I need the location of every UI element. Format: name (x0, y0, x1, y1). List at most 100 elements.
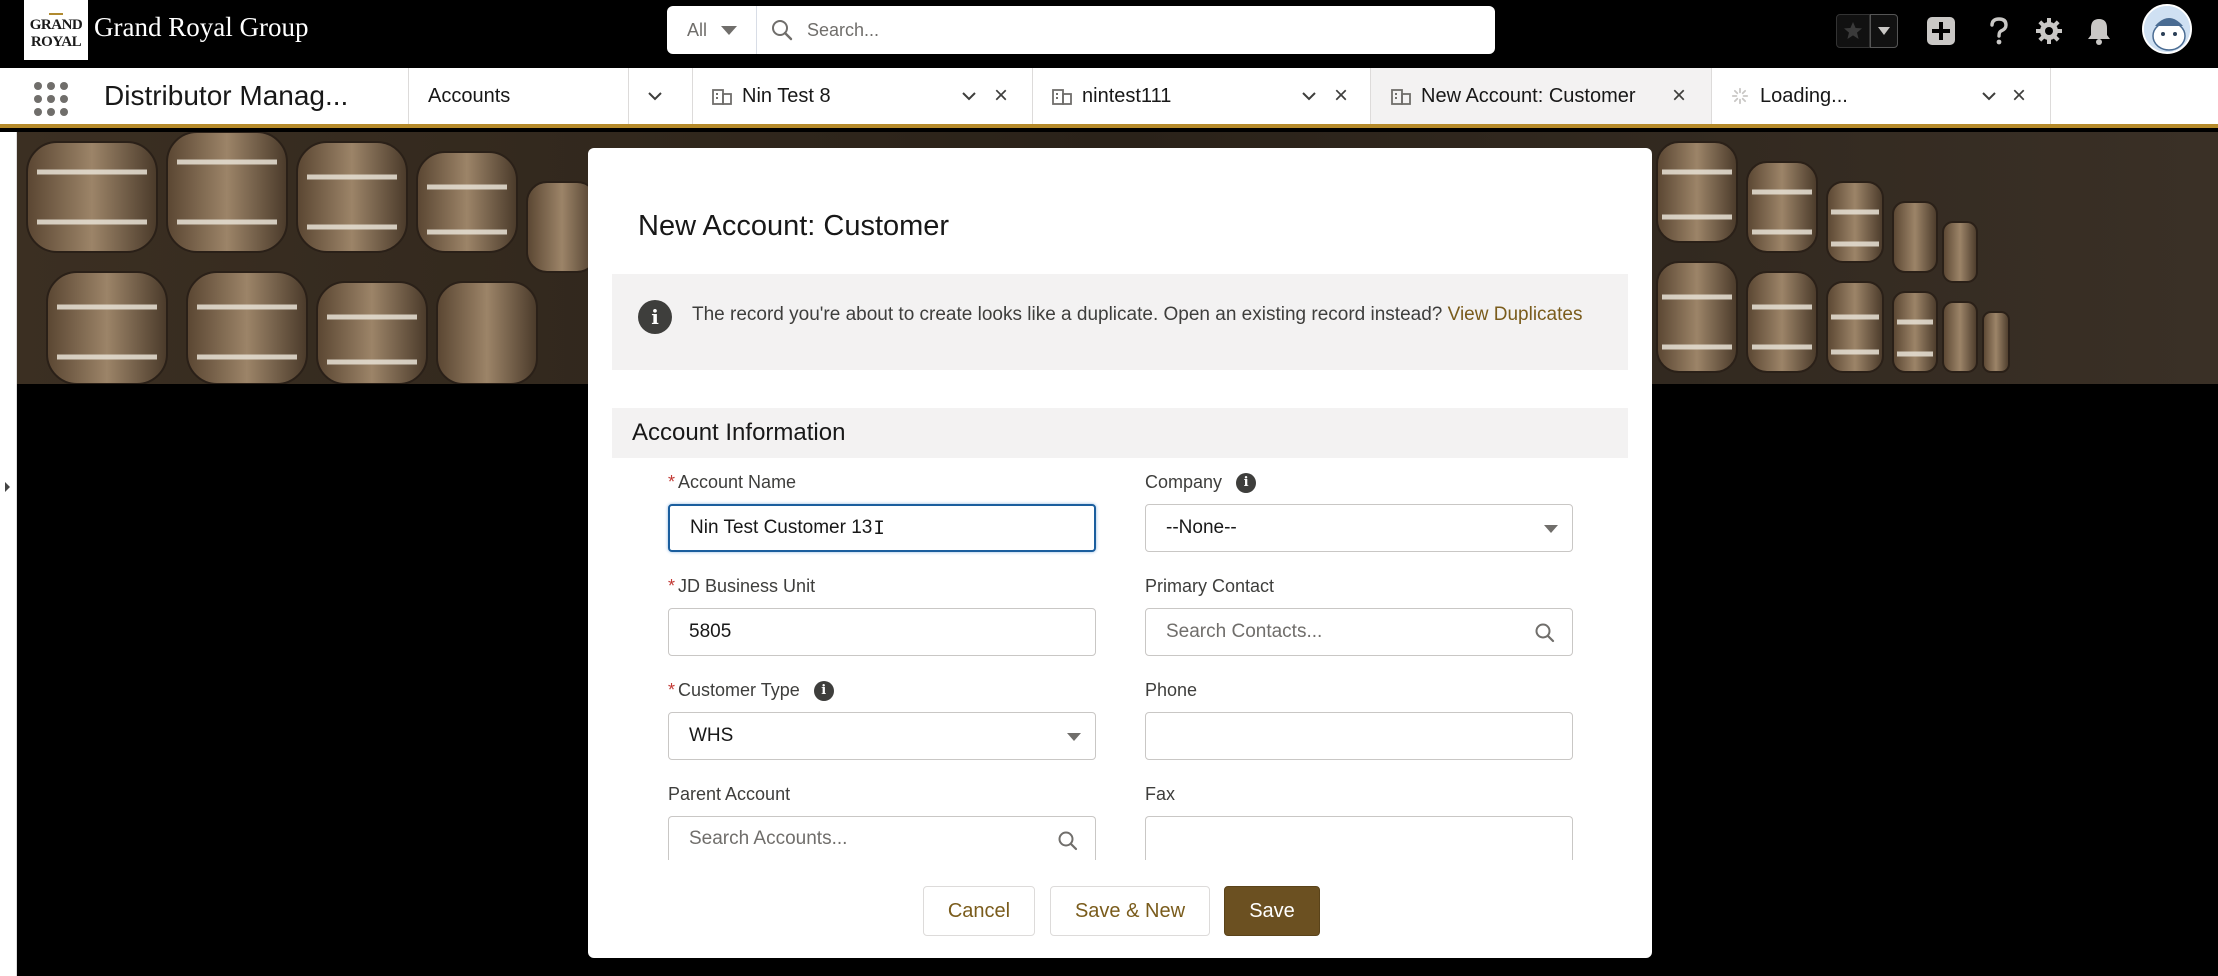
required-marker: * (668, 576, 676, 596)
user-avatar[interactable] (2142, 4, 2192, 54)
global-actions-plus-icon[interactable] (1924, 14, 1958, 48)
required-marker: * (668, 680, 676, 700)
customer-type-select[interactable]: WHS (668, 712, 1096, 760)
company-label: Company i (1145, 472, 1257, 493)
view-duplicates-link[interactable]: View Duplicates (1448, 304, 1583, 325)
logo-text-line1: GRAND (29, 17, 83, 33)
label-text: Company (1145, 472, 1223, 492)
setup-gear-icon[interactable] (2032, 14, 2066, 48)
company-info-icon[interactable]: i (1236, 472, 1257, 493)
fax-label: Fax (1145, 784, 1175, 805)
nav-divider (408, 68, 409, 124)
jd-business-unit-value: 5805 (689, 621, 732, 642)
nav-divider (2050, 68, 2051, 124)
search-scope-label: All (687, 19, 708, 40)
account-building-icon (712, 89, 732, 105)
tab-menu-chevron-icon[interactable] (962, 68, 982, 124)
required-marker: * (668, 472, 676, 492)
modal-title: New Account: Customer (638, 210, 950, 242)
nav-divider (1032, 68, 1033, 124)
label-text: Customer Type (678, 680, 800, 700)
account-name-label: * Account Name (668, 472, 796, 493)
tab-label: nintest111 (1082, 84, 1172, 107)
tab-label: Loading... (1760, 84, 1848, 107)
label-text: Phone (1145, 680, 1198, 700)
tab-label: Nin Test 8 (742, 84, 831, 107)
global-header: GRAND ROYAL Grand Royal Group All Search… (0, 0, 2218, 68)
nav-divider (1711, 68, 1712, 124)
tab-label: New Account: Customer (1421, 84, 1636, 107)
search-scope-dropdown[interactable]: All (667, 6, 757, 54)
save-button[interactable]: Save (1224, 886, 1320, 936)
nav-divider (628, 68, 629, 124)
jd-business-unit-label: * JD Business Unit (668, 576, 815, 597)
phone-input[interactable] (1145, 712, 1573, 760)
jd-business-unit-input[interactable]: 5805 (668, 608, 1096, 656)
nav-item-accounts[interactable]: Accounts (428, 68, 628, 124)
tab-close-icon[interactable]: × (994, 68, 1014, 124)
parent-account-placeholder: Search Accounts... (689, 827, 848, 849)
cancel-button[interactable]: Cancel (923, 886, 1035, 936)
tab-nintest111[interactable]: nintest111 (1052, 68, 1302, 124)
nav-item-accounts-label: Accounts (428, 84, 511, 107)
duplicate-alert: i The record you're about to create look… (612, 274, 1628, 370)
duplicate-message: The record you're about to create looks … (692, 304, 1443, 325)
help-icon[interactable] (1982, 14, 2016, 48)
parent-account-label: Parent Account (668, 784, 790, 805)
navigation-bar: Distributor Manag... Accounts Nin Test 8… (0, 68, 2218, 128)
company-select[interactable]: --None-- (1145, 504, 1573, 552)
notifications-bell-icon[interactable] (2082, 14, 2116, 48)
accounts-menu-chevron-icon[interactable] (648, 68, 672, 124)
company-value: --None-- (1166, 517, 1237, 538)
account-name-input[interactable]: Nin Test Customer 13 I (668, 504, 1096, 552)
loading-spinner-icon (1731, 87, 1749, 105)
chevron-down-icon (1544, 525, 1558, 533)
customer-type-info-icon[interactable]: i (813, 680, 834, 701)
favorites-list-chevron-icon[interactable] (1870, 14, 1898, 48)
label-text: Parent Account (668, 784, 791, 804)
nav-divider (692, 68, 693, 124)
logo-text-line2: ROYAL (30, 34, 82, 50)
label-text: Account Name (678, 472, 797, 492)
text-cursor-icon: I (873, 517, 885, 539)
tab-menu-chevron-icon[interactable] (1302, 68, 1322, 124)
utility-bar-edge[interactable] (0, 132, 17, 976)
label-text: Fax (1145, 784, 1176, 804)
global-search-bar[interactable]: All Search... (667, 6, 1495, 54)
favorites-star-icon[interactable] (1836, 14, 1870, 48)
search-icon (757, 19, 807, 41)
label-text: Primary Contact (1145, 576, 1275, 596)
parent-account-lookup[interactable]: Search Accounts... (668, 816, 1096, 860)
save-and-new-button[interactable]: Save & New (1050, 886, 1210, 936)
primary-contact-label: Primary Contact (1145, 576, 1274, 597)
search-input[interactable]: Search... (807, 20, 879, 41)
primary-contact-placeholder: Search Contacts... (1166, 621, 1323, 642)
org-name: Grand Royal Group (94, 12, 309, 42)
section-header-account-information[interactable]: Account Information (612, 408, 1628, 458)
company-logo[interactable]: GRAND ROYAL (24, 0, 88, 60)
tab-menu-chevron-icon[interactable] (1982, 68, 2002, 124)
chevron-down-icon (721, 25, 738, 35)
primary-contact-lookup[interactable]: Search Contacts... (1145, 608, 1573, 656)
app-name: Distributor Manag... (104, 80, 349, 111)
tab-close-icon[interactable]: × (1334, 68, 1354, 124)
section-title: Account Information (632, 419, 846, 446)
info-icon: i (638, 300, 672, 334)
tab-close-icon[interactable]: × (1672, 68, 1692, 124)
account-building-icon (1052, 89, 1072, 105)
customer-type-label: * Customer Type i (668, 680, 834, 701)
tab-close-icon[interactable]: × (2012, 68, 2032, 124)
customer-type-value: WHS (689, 725, 734, 746)
fax-input[interactable] (1145, 816, 1573, 860)
logo-crown-icon (49, 9, 63, 15)
account-name-value: Nin Test Customer 13 (690, 517, 873, 538)
search-icon (1058, 831, 1078, 851)
label-text: JD Business Unit (678, 576, 816, 596)
modal-footer-divider (588, 866, 1652, 867)
phone-label: Phone (1145, 680, 1197, 701)
chevron-down-icon (1067, 733, 1081, 741)
tab-loading[interactable]: Loading... (1730, 68, 1980, 124)
duplicate-alert-text: The record you're about to create looks … (692, 300, 1602, 370)
tab-new-account-customer[interactable]: New Account: Customer (1371, 68, 1711, 128)
app-launcher-icon[interactable] (34, 82, 68, 116)
